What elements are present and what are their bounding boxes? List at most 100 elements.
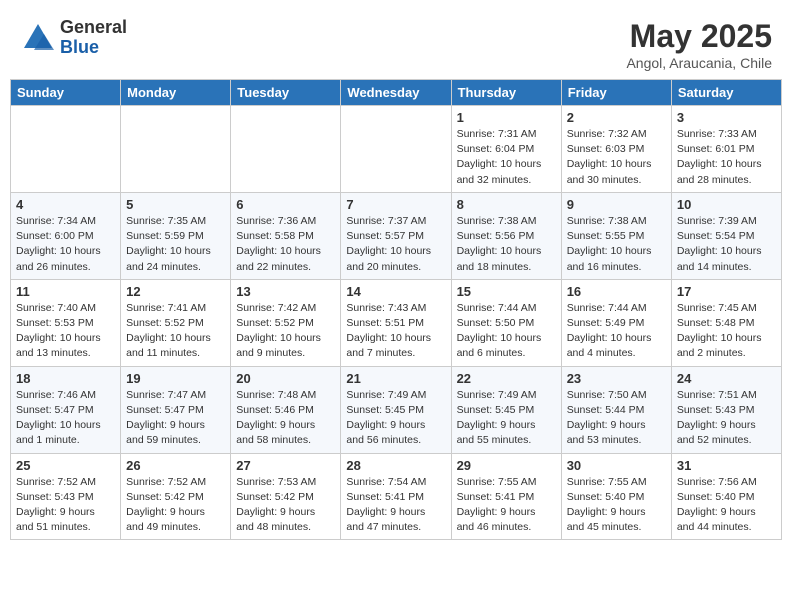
day-cell: 14 Sunrise: 7:43 AMSunset: 5:51 PMDayligh… <box>341 279 451 366</box>
day-number: 23 <box>567 371 666 386</box>
day-cell: 4 Sunrise: 7:34 AMSunset: 6:00 PMDaylight… <box>11 192 121 279</box>
day-info: Sunrise: 7:53 AMSunset: 5:42 PMDaylight:… <box>236 475 335 536</box>
day-info: Sunrise: 7:39 AMSunset: 5:54 PMDaylight:… <box>677 214 776 275</box>
day-number: 11 <box>16 284 115 299</box>
day-cell: 18Sunrise: 7:46 AMSunset: 5:47 PMDayligh… <box>11 366 121 453</box>
day-number: 13 <box>236 284 335 299</box>
day-number: 3 <box>677 110 776 125</box>
day-info: Sunrise: 7:35 AMSunset: 5:59 PMDaylight:… <box>126 214 225 275</box>
week-row-2: 4 Sunrise: 7:34 AMSunset: 6:00 PMDaylight… <box>11 192 782 279</box>
day-number: 5 <box>126 197 225 212</box>
day-cell: 7 Sunrise: 7:37 AMSunset: 5:57 PMDaylight… <box>341 192 451 279</box>
day-number: 24 <box>677 371 776 386</box>
day-info: Sunrise: 7:31 AMSunset: 6:04 PMDaylight:… <box>457 127 556 188</box>
day-cell: 17Sunrise: 7:45 AMSunset: 5:48 PMDayligh… <box>671 279 781 366</box>
day-number: 7 <box>346 197 445 212</box>
day-number: 15 <box>457 284 556 299</box>
day-info: Sunrise: 7:37 AMSunset: 5:57 PMDaylight:… <box>346 214 445 275</box>
day-number: 21 <box>346 371 445 386</box>
day-cell: 27 Sunrise: 7:53 AMSunset: 5:42 PMDayligh… <box>231 453 341 540</box>
day-cell: 26 Sunrise: 7:52 AMSunset: 5:42 PMDayligh… <box>121 453 231 540</box>
day-cell: 30 Sunrise: 7:55 AMSunset: 5:40 PMDayligh… <box>561 453 671 540</box>
day-cell: 16Sunrise: 7:44 AMSunset: 5:49 PMDayligh… <box>561 279 671 366</box>
day-cell: 2 Sunrise: 7:32 AMSunset: 6:03 PMDaylight… <box>561 106 671 193</box>
day-number: 1 <box>457 110 556 125</box>
day-number: 25 <box>16 458 115 473</box>
day-number: 16 <box>567 284 666 299</box>
header-friday: Friday <box>561 80 671 106</box>
day-cell: 22Sunrise: 7:49 AMSunset: 5:45 PMDayligh… <box>451 366 561 453</box>
day-info: Sunrise: 7:38 AMSunset: 5:56 PMDaylight:… <box>457 214 556 275</box>
calendar-header-row: SundayMondayTuesdayWednesdayThursdayFrid… <box>11 80 782 106</box>
calendar: SundayMondayTuesdayWednesdayThursdayFrid… <box>10 79 782 540</box>
day-info: Sunrise: 7:43 AMSunset: 5:51 PMDaylight:… <box>346 301 445 362</box>
day-info: Sunrise: 7:56 AMSunset: 5:40 PMDaylight:… <box>677 475 776 536</box>
day-info: Sunrise: 7:44 AMSunset: 5:50 PMDaylight:… <box>457 301 556 362</box>
page-header: General Blue May 2025 Angol, Araucania, … <box>10 10 782 75</box>
day-cell: 12Sunrise: 7:41 AMSunset: 5:52 PMDayligh… <box>121 279 231 366</box>
day-cell: 5 Sunrise: 7:35 AMSunset: 5:59 PMDaylight… <box>121 192 231 279</box>
day-number: 20 <box>236 371 335 386</box>
day-cell <box>231 106 341 193</box>
day-cell: 1 Sunrise: 7:31 AMSunset: 6:04 PMDaylight… <box>451 106 561 193</box>
day-number: 14 <box>346 284 445 299</box>
day-cell: 20Sunrise: 7:48 AMSunset: 5:46 PMDayligh… <box>231 366 341 453</box>
day-info: Sunrise: 7:55 AMSunset: 5:40 PMDaylight:… <box>567 475 666 536</box>
day-cell <box>341 106 451 193</box>
day-cell: 24 Sunrise: 7:51 AMSunset: 5:43 PMDayligh… <box>671 366 781 453</box>
day-info: Sunrise: 7:52 AMSunset: 5:42 PMDaylight:… <box>126 475 225 536</box>
day-number: 26 <box>126 458 225 473</box>
logo: General Blue <box>20 18 127 58</box>
day-cell: 9Sunrise: 7:38 AMSunset: 5:55 PMDaylight… <box>561 192 671 279</box>
header-tuesday: Tuesday <box>231 80 341 106</box>
day-cell <box>11 106 121 193</box>
header-monday: Monday <box>121 80 231 106</box>
header-thursday: Thursday <box>451 80 561 106</box>
title-block: May 2025 Angol, Araucania, Chile <box>626 18 772 71</box>
day-cell: 31 Sunrise: 7:56 AMSunset: 5:40 PMDayligh… <box>671 453 781 540</box>
day-info: Sunrise: 7:46 AMSunset: 5:47 PMDaylight:… <box>16 388 115 449</box>
day-number: 31 <box>677 458 776 473</box>
day-cell: 21Sunrise: 7:49 AMSunset: 5:45 PMDayligh… <box>341 366 451 453</box>
day-cell: 8 Sunrise: 7:38 AMSunset: 5:56 PMDaylight… <box>451 192 561 279</box>
day-number: 19 <box>126 371 225 386</box>
week-row-3: 11 Sunrise: 7:40 AMSunset: 5:53 PMDayligh… <box>11 279 782 366</box>
header-saturday: Saturday <box>671 80 781 106</box>
day-info: Sunrise: 7:45 AMSunset: 5:48 PMDaylight:… <box>677 301 776 362</box>
day-cell: 29Sunrise: 7:55 AMSunset: 5:41 PMDayligh… <box>451 453 561 540</box>
logo-icon <box>20 20 56 56</box>
day-info: Sunrise: 7:51 AMSunset: 5:43 PMDaylight:… <box>677 388 776 449</box>
logo-blue: Blue <box>60 38 127 58</box>
day-info: Sunrise: 7:40 AMSunset: 5:53 PMDaylight:… <box>16 301 115 362</box>
day-cell: 10Sunrise: 7:39 AMSunset: 5:54 PMDayligh… <box>671 192 781 279</box>
day-number: 27 <box>236 458 335 473</box>
week-row-5: 25 Sunrise: 7:52 AMSunset: 5:43 PMDayligh… <box>11 453 782 540</box>
day-info: Sunrise: 7:52 AMSunset: 5:43 PMDaylight:… <box>16 475 115 536</box>
day-number: 6 <box>236 197 335 212</box>
day-cell: 25 Sunrise: 7:52 AMSunset: 5:43 PMDayligh… <box>11 453 121 540</box>
day-info: Sunrise: 7:34 AMSunset: 6:00 PMDaylight:… <box>16 214 115 275</box>
day-number: 28 <box>346 458 445 473</box>
day-cell: 19 Sunrise: 7:47 AMSunset: 5:47 PMDayligh… <box>121 366 231 453</box>
day-info: Sunrise: 7:38 AMSunset: 5:55 PMDaylight:… <box>567 214 666 275</box>
day-cell: 11 Sunrise: 7:40 AMSunset: 5:53 PMDayligh… <box>11 279 121 366</box>
day-number: 2 <box>567 110 666 125</box>
day-number: 8 <box>457 197 556 212</box>
day-number: 30 <box>567 458 666 473</box>
day-cell: 3 Sunrise: 7:33 AMSunset: 6:01 PMDaylight… <box>671 106 781 193</box>
day-info: Sunrise: 7:36 AMSunset: 5:58 PMDaylight:… <box>236 214 335 275</box>
day-info: Sunrise: 7:32 AMSunset: 6:03 PMDaylight:… <box>567 127 666 188</box>
day-info: Sunrise: 7:33 AMSunset: 6:01 PMDaylight:… <box>677 127 776 188</box>
week-row-4: 18Sunrise: 7:46 AMSunset: 5:47 PMDayligh… <box>11 366 782 453</box>
month-title: May 2025 <box>626 18 772 55</box>
header-wednesday: Wednesday <box>341 80 451 106</box>
day-info: Sunrise: 7:47 AMSunset: 5:47 PMDaylight:… <box>126 388 225 449</box>
day-number: 29 <box>457 458 556 473</box>
header-sunday: Sunday <box>11 80 121 106</box>
day-cell: 28 Sunrise: 7:54 AMSunset: 5:41 PMDayligh… <box>341 453 451 540</box>
day-cell: 13Sunrise: 7:42 AMSunset: 5:52 PMDayligh… <box>231 279 341 366</box>
location: Angol, Araucania, Chile <box>626 55 772 71</box>
day-info: Sunrise: 7:41 AMSunset: 5:52 PMDaylight:… <box>126 301 225 362</box>
day-info: Sunrise: 7:54 AMSunset: 5:41 PMDaylight:… <box>346 475 445 536</box>
day-number: 4 <box>16 197 115 212</box>
